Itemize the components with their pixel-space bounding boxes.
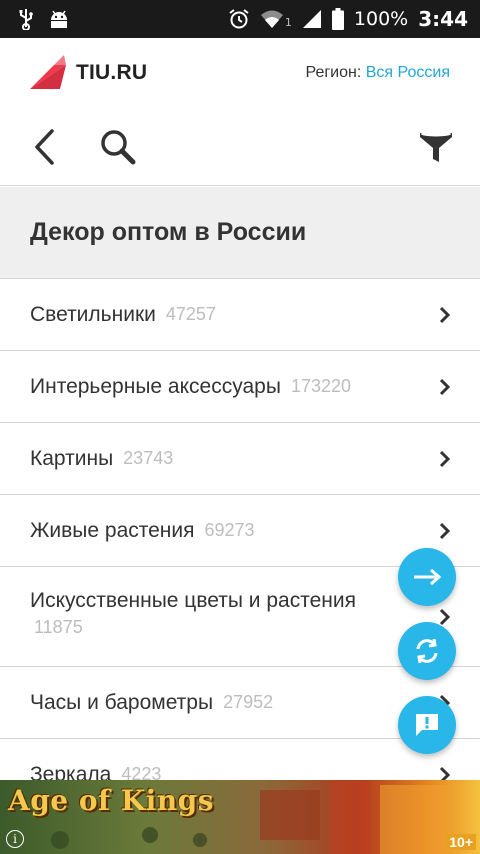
usb-icon <box>19 9 33 30</box>
item-label: Интерьерные аксессуары <box>30 374 281 398</box>
region-selector[interactable]: Регион: Вся Россия <box>305 64 450 82</box>
list-item[interactable]: Картины 23743 <box>0 423 480 495</box>
item-count: 173220 <box>290 376 352 396</box>
search-icon <box>101 130 136 165</box>
arrow-right-icon <box>414 568 442 586</box>
region-link[interactable]: Вся Россия <box>366 64 450 81</box>
age-rating-badge: 10+ <box>446 834 476 850</box>
section-header: Декор оптом в России <box>0 187 480 279</box>
page-title: Декор оптом в России <box>30 218 307 246</box>
app-header: TIU.RU Регион: Вся Россия <box>0 38 480 108</box>
clock: 3:44 <box>418 7 468 31</box>
wifi-icon <box>260 10 283 28</box>
search-button[interactable] <box>88 108 148 186</box>
refresh-fab-button[interactable] <box>398 622 456 680</box>
filter-icon <box>420 131 452 162</box>
sync-icon <box>416 638 438 664</box>
battery-icon <box>331 8 344 30</box>
filter-button[interactable] <box>406 108 466 186</box>
feedback-fab-button[interactable] <box>398 696 456 754</box>
back-button[interactable] <box>14 108 74 186</box>
item-label: Картины <box>30 446 114 470</box>
chevron-right-icon <box>439 608 451 625</box>
item-count: 11875 <box>34 617 83 637</box>
item-count: 69273 <box>204 520 255 540</box>
status-bar: 1 100% 3:44 <box>0 0 480 38</box>
item-label: Живые растения <box>30 518 195 542</box>
tiu-logo-icon <box>30 55 66 89</box>
android-icon <box>51 10 67 28</box>
item-count: 23743 <box>123 448 174 468</box>
feedback-icon <box>416 714 438 736</box>
item-label: Светильники <box>30 302 156 326</box>
toolbar <box>0 108 480 186</box>
list-item[interactable]: Светильники 47257 <box>0 279 480 351</box>
list-item[interactable]: Интерьерные аксессуары 173220 <box>0 351 480 423</box>
info-icon[interactable]: i <box>6 830 24 848</box>
network-index: 1 <box>284 16 292 29</box>
chevron-right-icon <box>439 378 451 395</box>
item-label: Часы и барометры <box>30 690 214 714</box>
ad-banner[interactable]: Age of Kings i 10+ <box>0 780 480 854</box>
region-label: Регион: <box>305 64 362 81</box>
chevron-right-icon <box>439 450 451 467</box>
battery-percent: 100% <box>353 8 409 30</box>
alarm-icon <box>229 9 249 29</box>
item-count: 27952 <box>223 692 274 712</box>
next-fab-button[interactable] <box>398 548 456 606</box>
item-label: Искусственные цветы и растения <box>30 589 356 612</box>
logo-text: TIU.RU <box>76 61 148 84</box>
chevron-right-icon <box>439 306 451 323</box>
logo[interactable]: TIU.RU <box>30 55 147 91</box>
signal-icon <box>302 10 321 28</box>
ad-title: Age of Kings <box>8 784 215 817</box>
item-count: 47257 <box>165 304 216 324</box>
chevron-right-icon <box>439 522 451 539</box>
back-icon <box>35 129 54 165</box>
